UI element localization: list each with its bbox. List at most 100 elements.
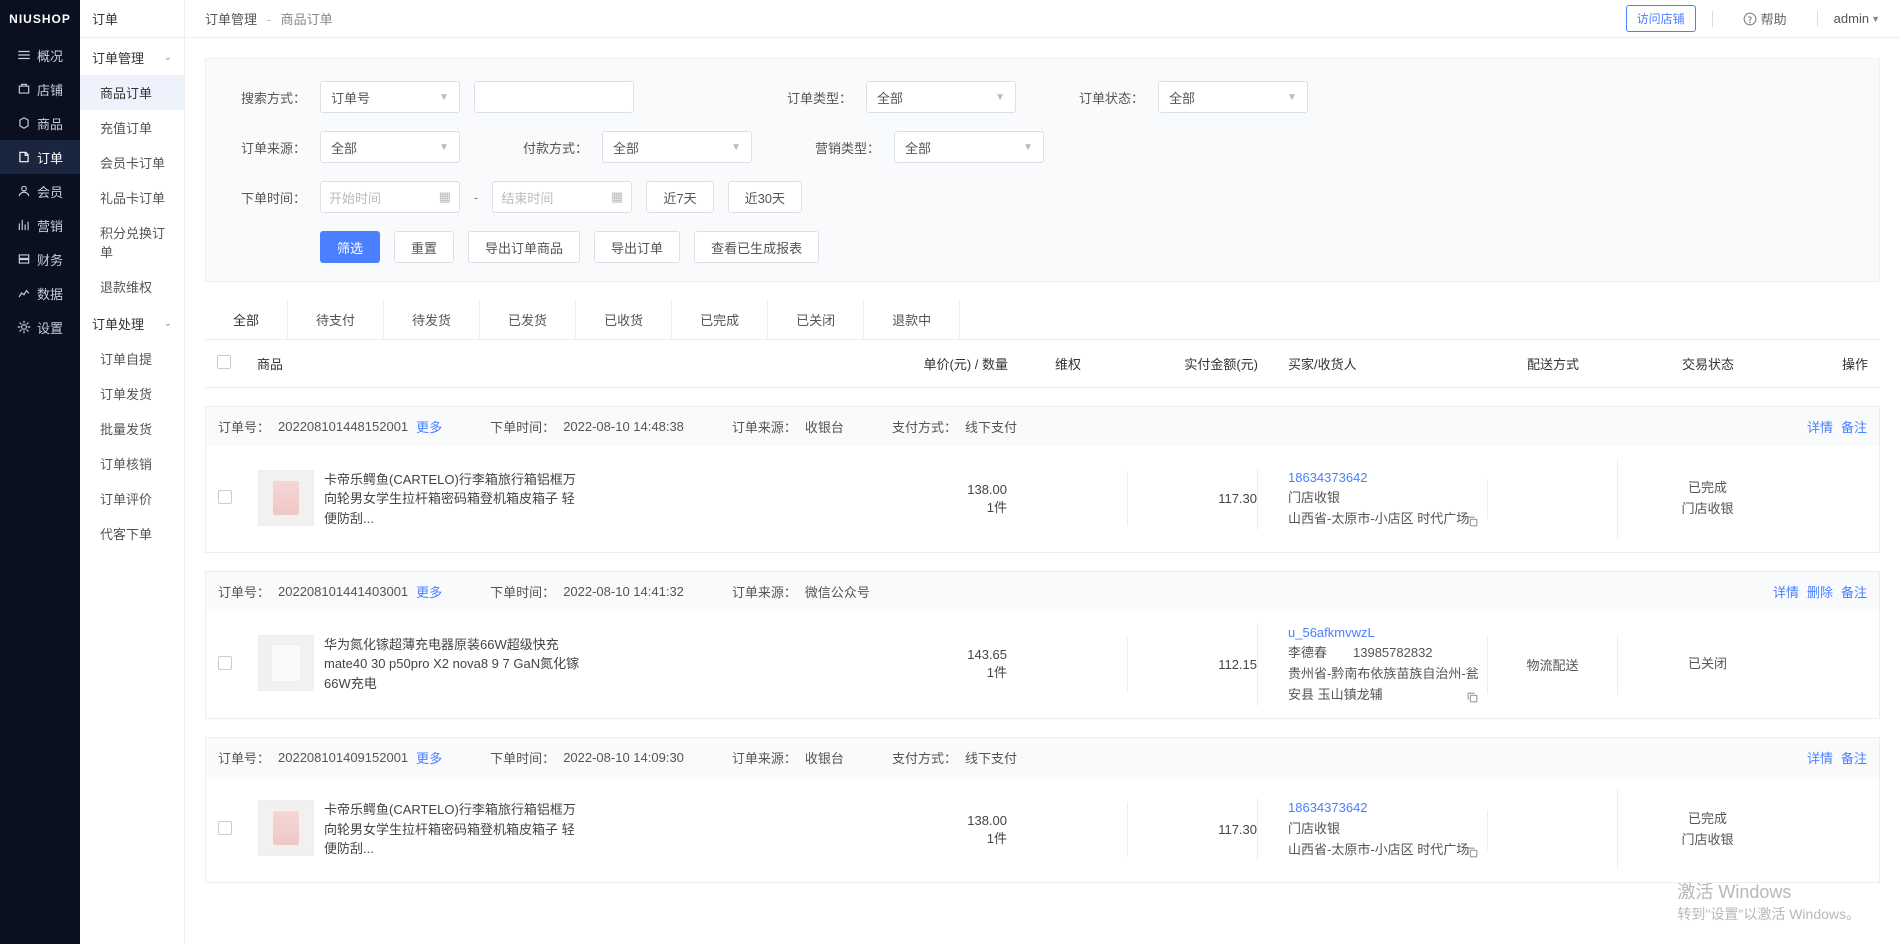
nav-icon (17, 48, 31, 62)
status-tab[interactable]: 已发货 (480, 300, 576, 339)
sub-group-title[interactable]: 订单处理⌄ (80, 304, 184, 341)
order-status: 已完成门店收银 (1617, 458, 1797, 540)
copy-icon[interactable] (1466, 846, 1479, 859)
order-source-select[interactable]: 全部▼ (320, 131, 460, 163)
product-thumb[interactable] (258, 635, 314, 691)
status-tab[interactable]: 已收货 (576, 300, 672, 339)
sub-nav-item[interactable]: 礼品卡订单 (80, 180, 184, 215)
nav-item[interactable]: 概况 (0, 38, 80, 72)
order-action-link[interactable]: 备注 (1841, 748, 1867, 767)
order-more-link[interactable]: 更多 (416, 582, 442, 601)
order-type-select[interactable]: 全部▼ (866, 81, 1016, 113)
copy-icon[interactable] (1466, 515, 1479, 528)
sidebar-sub: 订单 订单管理⌄商品订单充值订单会员卡订单礼品卡订单积分兑换订单退款维权订单处理… (80, 0, 185, 944)
order-more-link[interactable]: 更多 (416, 748, 442, 767)
status-tab[interactable]: 待支付 (288, 300, 384, 339)
sub-nav-item[interactable]: 订单评价 (80, 481, 184, 516)
admin-menu[interactable]: admin ▼ (1834, 11, 1880, 26)
reset-button[interactable]: 重置 (394, 231, 454, 263)
order-row: 订单号：202208101448152001 更多 下单时间：2022-08-1… (205, 406, 1880, 553)
nav-item[interactable]: 数据 (0, 276, 80, 310)
paid-amount: 117.30 (1127, 471, 1257, 526)
pay-type-select[interactable]: 全部▼ (602, 131, 752, 163)
order-checkbox[interactable] (218, 821, 232, 835)
buyer-link[interactable]: 18634373642 (1288, 798, 1487, 819)
order-action-link[interactable]: 详情 (1807, 748, 1833, 767)
order-action-link[interactable]: 详情 (1773, 582, 1799, 601)
order-row: 订单号：202208101441403001 更多 下单时间：2022-08-1… (205, 571, 1880, 719)
product-name[interactable]: 卡帝乐鳄鱼(CARTELO)行李箱旅行箱铝框万向轮男女学生拉杆箱密码箱登机箱皮箱… (324, 470, 584, 529)
sub-nav-item[interactable]: 积分兑换订单 (80, 215, 184, 269)
order-checkbox[interactable] (218, 656, 232, 670)
end-date-input[interactable]: 结束时间▦ (492, 181, 632, 213)
order-action-link[interactable]: 删除 (1807, 582, 1833, 601)
order-action-link[interactable]: 备注 (1841, 417, 1867, 436)
nav-item[interactable]: 店铺 (0, 72, 80, 106)
nav-icon (17, 218, 31, 232)
order-status-select[interactable]: 全部▼ (1158, 81, 1308, 113)
shipping-method (1487, 810, 1617, 850)
status-tab[interactable]: 已关闭 (768, 300, 864, 339)
sub-nav-item[interactable]: 订单核销 (80, 446, 184, 481)
buyer-link[interactable]: u_56afkmvwzL (1288, 623, 1487, 644)
nav-icon (17, 286, 31, 300)
nav-item[interactable]: 商品 (0, 106, 80, 140)
chevron-down-icon: ⌄ (164, 318, 172, 329)
filter-button[interactable]: 筛选 (320, 231, 380, 263)
status-tabs: 全部待支付待发货已发货已收货已完成已关闭退款中 (205, 300, 1880, 340)
product-thumb[interactable] (258, 800, 314, 856)
nav-icon (17, 116, 31, 130)
buyer-info: 18634373642 门店收银 山西省-太原市-小店区 时代广场 (1257, 468, 1487, 530)
product-name[interactable]: 卡帝乐鳄鱼(CARTELO)行李箱旅行箱铝框万向轮男女学生拉杆箱密码箱登机箱皮箱… (324, 800, 584, 859)
status-tab[interactable]: 待发货 (384, 300, 480, 339)
sub-sidebar-title: 订单 (80, 0, 184, 38)
copy-icon[interactable] (1466, 691, 1479, 704)
last30-button[interactable]: 近30天 (728, 181, 802, 213)
order-action-link[interactable]: 备注 (1841, 582, 1867, 601)
status-tab[interactable]: 退款中 (864, 300, 960, 339)
sub-nav-item[interactable]: 商品订单 (80, 75, 184, 110)
sub-nav-item[interactable]: 会员卡订单 (80, 145, 184, 180)
export-goods-button[interactable]: 导出订单商品 (468, 231, 580, 263)
nav-item[interactable]: 订单 (0, 140, 80, 174)
order-checkbox[interactable] (218, 490, 232, 504)
promo-type-select[interactable]: 全部▼ (894, 131, 1044, 163)
last7-button[interactable]: 近7天 (646, 181, 713, 213)
help-link[interactable]: 帮助 (1743, 9, 1787, 28)
status-tab[interactable]: 已完成 (672, 300, 768, 339)
paid-amount: 112.15 (1127, 637, 1257, 692)
brand-logo: NIUSHOP (0, 0, 80, 38)
product-name[interactable]: 华为氮化镓超薄充电器原装66W超级快充mate40 30 p50pro X2 n… (324, 635, 584, 694)
order-more-link[interactable]: 更多 (416, 417, 442, 436)
nav-item[interactable]: 设置 (0, 310, 80, 344)
breadcrumb: 订单管理 - 商品订单 (205, 9, 1620, 28)
sub-nav-item[interactable]: 充值订单 (80, 110, 184, 145)
search-input[interactable] (474, 81, 634, 113)
nav-item[interactable]: 营销 (0, 208, 80, 242)
sub-group-title[interactable]: 订单管理⌄ (80, 38, 184, 75)
sidebar-main: NIUSHOP 概况店铺商品订单会员营销财务数据设置 (0, 0, 80, 944)
status-tab[interactable]: 全部 (205, 300, 288, 339)
buyer-info: u_56afkmvwzL 李德春 13985782832 贵州省-黔南布依族苗族… (1257, 623, 1487, 706)
sub-nav-item[interactable]: 批量发货 (80, 411, 184, 446)
export-orders-button[interactable]: 导出订单 (594, 231, 680, 263)
chevron-down-icon: ▼ (1023, 142, 1033, 153)
sub-nav-item[interactable]: 退款维权 (80, 269, 184, 304)
sub-nav-item[interactable]: 订单自提 (80, 341, 184, 376)
table-header: 商品 单价(元) / 数量 维权 实付金额(元) 买家/收货人 配送方式 交易状… (205, 340, 1880, 388)
buyer-link[interactable]: 18634373642 (1288, 468, 1487, 489)
view-reports-button[interactable]: 查看已生成报表 (694, 231, 819, 263)
nav-item[interactable]: 会员 (0, 174, 80, 208)
visit-shop-button[interactable]: 访问店铺 (1626, 5, 1696, 32)
select-all-checkbox[interactable] (217, 355, 231, 369)
nav-icon (17, 252, 31, 266)
nav-item[interactable]: 财务 (0, 242, 80, 276)
sub-nav-item[interactable]: 代客下单 (80, 516, 184, 551)
start-date-input[interactable]: 开始时间▦ (320, 181, 460, 213)
product-thumb[interactable] (258, 470, 314, 526)
search-mode-select[interactable]: 订单号▼ (320, 81, 460, 113)
sub-nav-item[interactable]: 订单发货 (80, 376, 184, 411)
order-status: 已完成门店收银 (1617, 789, 1797, 871)
calendar-icon: ▦ (439, 189, 451, 205)
order-action-link[interactable]: 详情 (1807, 417, 1833, 436)
